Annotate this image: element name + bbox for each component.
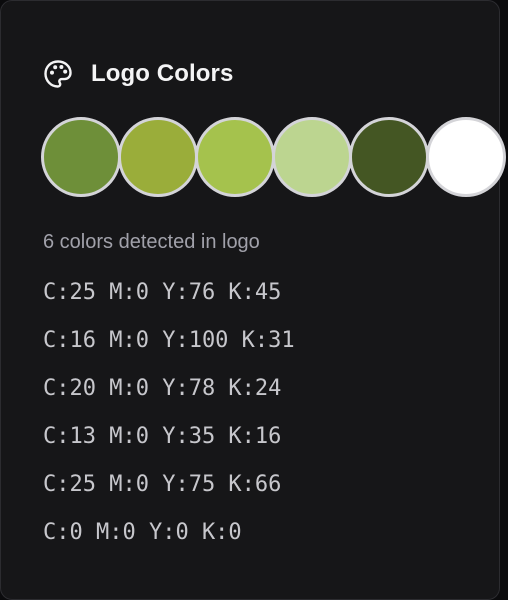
color-swatch[interactable] (272, 117, 352, 197)
cmyk-value: C:25 M:0 Y:75 K:66 (43, 472, 282, 497)
color-swatch[interactable] (426, 117, 506, 197)
cmyk-value-list: C:25 M:0 Y:76 K:45 C:16 M:0 Y:100 K:31 C:2… (43, 279, 295, 567)
card-title: Logo Colors (91, 60, 234, 87)
palette-icon (43, 59, 73, 89)
logo-colors-card: Logo Colors 6 colors detected in logo C:… (0, 0, 506, 600)
color-swatch[interactable] (41, 117, 121, 197)
color-swatch[interactable] (118, 117, 198, 197)
color-swatch[interactable] (195, 117, 275, 197)
colors-detected-text: 6 colors detected in logo (43, 231, 260, 253)
cmyk-value: C:0 M:0 Y:0 K:0 (43, 520, 242, 545)
card-header: Logo Colors (43, 57, 233, 91)
cmyk-value: C:20 M:0 Y:78 K:24 (43, 376, 282, 401)
cmyk-value: C:16 M:0 Y:100 K:31 (43, 328, 295, 353)
cmyk-value: C:25 M:0 Y:76 K:45 (43, 280, 282, 305)
cmyk-value: C:13 M:0 Y:35 K:16 (43, 424, 282, 449)
color-swatches (41, 117, 506, 197)
color-swatch[interactable] (349, 117, 429, 197)
